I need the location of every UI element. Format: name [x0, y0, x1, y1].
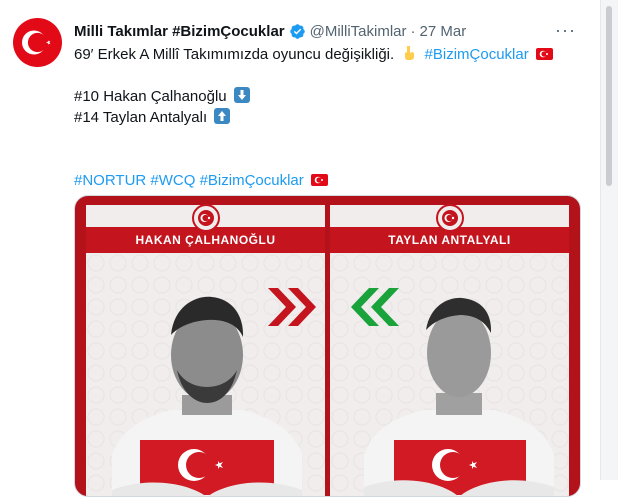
tweet-text: 69′ Erkek A Millî Takımımızda oyuncu değ… [74, 44, 584, 191]
player-out-name: HAKAN ÇALHANOĞLU [135, 233, 276, 247]
turkish-crescent-icon [22, 30, 51, 55]
tweet-line-1: 69′ Erkek A Millî Takımımızda oyuncu değ… [74, 46, 395, 63]
separator-dot: · [410, 22, 416, 40]
up-arrow-icon [214, 108, 231, 124]
hashtag-bizimcocuklar[interactable]: #BizimÇocuklar [425, 46, 529, 63]
player-in-panel: TAYLAN ANTALYALI [330, 204, 569, 496]
hashtag-wcq[interactable]: #WCQ [150, 172, 195, 189]
player-in-name: TAYLAN ANTALYALI [388, 233, 511, 247]
federation-emblem-icon [435, 204, 464, 232]
turkey-flag-icon [535, 48, 553, 60]
down-arrow-icon [233, 87, 250, 103]
player-out-panel: HAKAN ÇALHANOĞLU [86, 204, 325, 496]
federation-emblem-icon [191, 204, 220, 232]
avatar[interactable] [13, 18, 62, 67]
hashtag-nortur[interactable]: #NORTUR [74, 172, 146, 189]
verified-badge-icon [289, 23, 305, 39]
pointing-down-hand-icon [405, 46, 415, 60]
player-in-line: #14 Taylan Antalyalı [74, 109, 208, 126]
scrollbar[interactable] [600, 0, 618, 480]
hashtag-bizimcocuklar-2[interactable]: #BizimÇocuklar [200, 172, 304, 189]
taylan-antalyali-photo [364, 297, 554, 496]
chevrons-out-icon [268, 288, 316, 326]
scrollbar-thumb[interactable] [606, 6, 612, 186]
tweet-header: Milli Takımlar #BizimÇocuklar @MilliTaki… [74, 20, 580, 42]
author-name[interactable]: Milli Takımlar #BizimÇocuklar [74, 23, 285, 40]
substitution-graphic[interactable]: HAKAN ÇALHANOĞLU TAYLAN ANTALYALI [74, 195, 581, 497]
tweet-date[interactable]: 27 Mar [420, 23, 467, 40]
player-out-line: #10 Hakan Çalhanoğlu [74, 88, 227, 105]
more-options-icon[interactable]: ··· [555, 20, 576, 41]
author-handle[interactable]: @MilliTakimlar [310, 23, 407, 40]
turkey-flag-icon [310, 174, 328, 186]
tweet-card[interactable]: Milli Takımlar #BizimÇocuklar @MilliTaki… [0, 0, 600, 497]
